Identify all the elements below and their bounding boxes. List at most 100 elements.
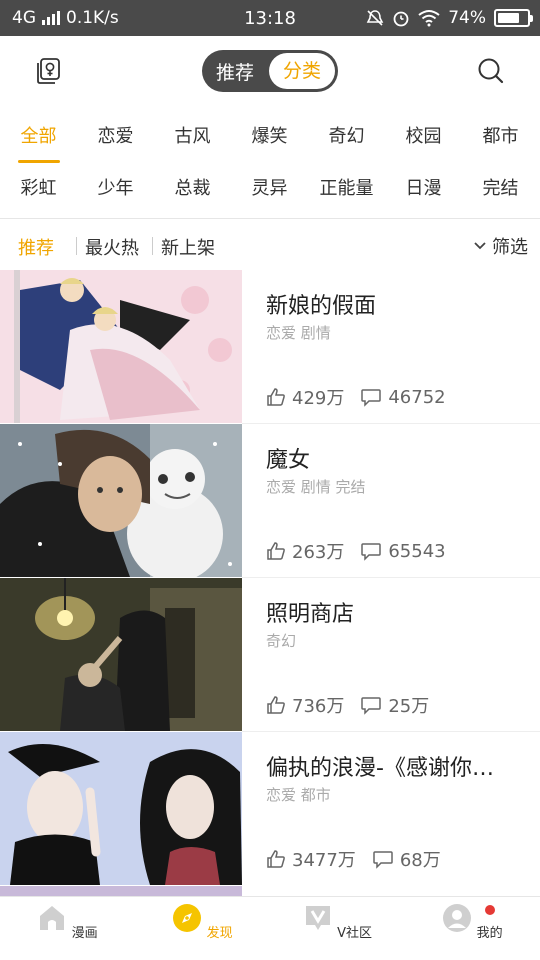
category-fantasy[interactable]: 奇幻 [308,122,385,148]
sort-hottest[interactable]: 最火热 [85,234,139,260]
nav-comics[interactable]: 漫画 [0,903,135,941]
cover-image [0,270,242,423]
category-youth[interactable]: 少年 [77,174,154,200]
compass-icon [173,904,202,932]
like-stat: 736万 [266,692,344,718]
nav-label: 发现 [206,926,233,941]
category-ceo[interactable]: 总裁 [154,174,231,200]
nav-discover[interactable]: 发现 [135,903,270,941]
category-all[interactable]: 全部 [0,122,77,148]
comment-count: 65543 [388,540,446,562]
tab-recommend[interactable]: 推荐 [202,58,268,85]
comic-title: 新娘的假面 [266,294,377,319]
comment-count: 46752 [388,386,446,408]
list-item[interactable]: 偏执的浪漫-《感谢你… 恋爱 都市 3477万 68万 [0,732,540,886]
thumbs-up-icon [267,388,285,406]
comment-count: 68万 [399,850,441,871]
comic-stats: 263万 65543 [266,538,462,564]
thumbs-up-icon [267,696,285,714]
cover-image [0,732,242,885]
comic-tags: 恋爱 剧情 完结 [266,478,366,496]
category-row: 全部 恋爱 古风 爆笑 奇幻 校园 都市 [0,108,540,160]
like-stat: 3477万 [266,846,356,872]
notification-badge [485,905,495,915]
divider [0,218,540,219]
comment-icon [373,851,393,869]
comic-tags: 恋爱 都市 [266,786,331,804]
category-positive[interactable]: 正能量 [308,174,385,200]
battery-fill [498,13,519,23]
filter-label: 筛选 [492,237,528,258]
thumbs-up-icon [267,850,285,868]
nav-label: 我的 [476,926,503,941]
home-icon [40,906,65,930]
bottom-nav: 漫画 发现 V社区 我的 [0,896,540,960]
comment-count: 25万 [388,696,430,717]
nav-label: 漫画 [71,926,98,941]
list-item[interactable]: 照明商店 奇幻 736万 25万 [0,578,540,732]
comic-stats: 429万 46752 [266,384,462,410]
nav-mine[interactable]: 我的 [405,903,540,941]
view-switch: 推荐 分类 [202,50,338,92]
tab-category[interactable]: 分类 [269,53,335,89]
like-count: 736万 [292,696,345,717]
cover-image [0,424,242,577]
status-bar: 4G 0.1K/s 13:18 74% [0,0,540,36]
wifi-icon [418,10,440,27]
like-stat: 263万 [266,538,344,564]
category-finished[interactable]: 完结 [462,174,539,200]
comment-stat: 68万 [372,846,441,872]
like-count: 429万 [292,388,345,409]
divider [152,237,153,255]
comic-title: 魔女 [266,448,311,473]
profile-icon [443,904,472,932]
comic-tags: 奇幻 [266,632,297,650]
like-stat: 429万 [266,384,344,410]
comic-title: 照明商店 [266,602,355,627]
comic-tags: 恋爱 剧情 [266,324,331,342]
comment-stat: 46752 [360,386,446,408]
search-icon[interactable] [476,56,506,86]
status-right: 74% [366,8,533,28]
like-count: 3477万 [292,850,356,871]
mute-icon [366,10,384,26]
comment-icon [361,543,382,561]
thumbs-up-icon [267,542,285,560]
category-grid: 全部 恋爱 古风 爆笑 奇幻 校园 都市 彩虹 少年 总裁 灵异 正能量 日漫 … [0,108,540,212]
active-category-indicator [18,160,60,163]
nav-community[interactable]: V社区 [270,903,405,941]
v-community-icon [305,906,330,930]
divider [76,237,77,255]
category-row: 彩虹 少年 总裁 灵异 正能量 日漫 完结 [0,160,540,212]
comment-stat: 25万 [360,692,429,718]
like-count: 263万 [292,542,345,563]
top-nav: 推荐 分类 [0,36,540,106]
list-item[interactable]: 魔女 恋爱 剧情 完结 263万 65543 [0,424,540,578]
chevron-down-icon [474,242,486,250]
nav-label: V社区 [337,926,373,941]
category-ancient[interactable]: 古风 [154,122,231,148]
filter-button[interactable]: 筛选 [474,233,528,259]
comic-stats: 3477万 68万 [266,846,457,872]
category-supernatural[interactable]: 灵异 [231,174,308,200]
comic-title: 偏执的浪漫-《感谢你… [266,756,494,781]
sort-recommend[interactable]: 推荐 [18,234,54,260]
comment-icon [361,389,382,407]
category-urban[interactable]: 都市 [462,122,539,148]
battery-percent: 74% [448,8,486,28]
cover-image [0,578,242,731]
comment-icon [361,697,382,715]
comment-stat: 65543 [360,540,446,562]
category-comedy[interactable]: 爆笑 [231,122,308,148]
category-campus[interactable]: 校园 [385,122,462,148]
comic-stats: 736万 25万 [266,692,445,718]
battery-icon [494,9,533,27]
category-japanese[interactable]: 日漫 [385,174,462,200]
category-rainbow[interactable]: 彩虹 [0,174,77,200]
filter-bar: 推荐 最火热 新上架 筛选 [0,220,540,270]
sort-newest[interactable]: 新上架 [161,234,215,260]
gender-filter-icon[interactable] [34,56,64,86]
category-romance[interactable]: 恋爱 [77,122,154,148]
list-item[interactable]: 新娘的假面 恋爱 剧情 429万 46752 [0,270,540,424]
comic-list: 新娘的假面 恋爱 剧情 429万 46752 魔女 恋爱 剧情 完结 263万 … [0,270,540,898]
